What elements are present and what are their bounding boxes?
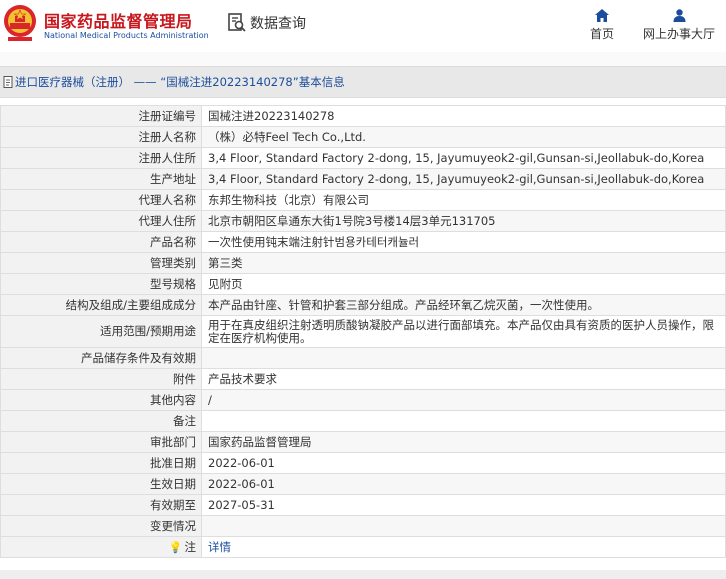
- field-value-valid-until: 2027-05-31: [201, 494, 726, 516]
- table-row: 变更情况: [0, 515, 726, 537]
- field-value-registrant-name: （株）必特Feel Tech Co.,Ltd.: [201, 126, 726, 148]
- field-label-change-status: 变更情况: [0, 515, 202, 537]
- field-value-product-name: 一次性使用钝末端注射针범용카테터캐뉼러: [201, 231, 726, 253]
- field-value-approval-department: 国家药品监督管理局: [201, 431, 726, 453]
- field-label-remarks: 备注: [0, 410, 202, 432]
- field-label-agent-name: 代理人名称: [0, 189, 202, 211]
- user-icon: [673, 9, 685, 22]
- field-label-valid-until: 有效期至: [0, 494, 202, 516]
- table-row: 生产地址 3,4 Floor, Standard Factory 2-dong,…: [0, 168, 726, 190]
- table-row: 产品名称 一次性使用钝末端注射针범용카테터캐뉼러: [0, 231, 726, 253]
- nav-online-service-hall[interactable]: 网上办事大厅: [643, 9, 715, 42]
- field-value-remarks: [201, 410, 726, 432]
- site-name-english: National Medical Products Administration: [44, 31, 209, 40]
- field-value-registrant-address: 3,4 Floor, Standard Factory 2-dong, 15, …: [201, 147, 726, 169]
- field-value-note: 详情: [201, 536, 726, 558]
- document-icon: [3, 76, 13, 88]
- field-label-production-address: 生产地址: [0, 168, 202, 190]
- table-row: 审批部门 国家药品监督管理局: [0, 431, 726, 453]
- table-row: 注册证编号 国械注进20223140278: [0, 105, 726, 127]
- field-value-approval-date: 2022-06-01: [201, 452, 726, 474]
- nav-home-label: 首页: [590, 27, 615, 41]
- table-row: 产品储存条件及有效期: [0, 347, 726, 369]
- field-value-effective-date: 2022-06-01: [201, 473, 726, 495]
- field-label-other-content: 其他内容: [0, 389, 202, 411]
- field-label-storage-validity: 产品储存条件及有效期: [0, 347, 202, 369]
- national-emblem-logo[interactable]: [2, 3, 38, 43]
- field-label-agent-address: 代理人住所: [0, 210, 202, 232]
- site-name[interactable]: 国家药品监督管理局: [44, 8, 193, 32]
- field-label-product-name: 产品名称: [0, 231, 202, 253]
- field-label-attachment: 附件: [0, 368, 202, 390]
- table-row: 附件 产品技术要求: [0, 368, 726, 390]
- field-value-other-content: /: [201, 389, 726, 411]
- field-value-structure-composition: 本产品由针座、针管和护套三部分组成。产品经环氧乙烷灭菌，一次性使用。: [201, 294, 726, 316]
- field-label-management-category: 管理类别: [0, 252, 202, 274]
- table-row: 批准日期 2022-06-01: [0, 452, 726, 474]
- page-bottom-band: [0, 570, 726, 579]
- field-value-management-category: 第三类: [201, 252, 726, 274]
- table-row: 其他内容 /: [0, 389, 726, 411]
- field-value-registration-number: 国械注进20223140278: [201, 105, 726, 127]
- field-label-effective-date: 生效日期: [0, 473, 202, 495]
- header-separator: [0, 52, 726, 66]
- field-value-change-status: [201, 515, 726, 537]
- table-row: 结构及组成/主要组成成分 本产品由针座、针管和护套三部分组成。产品经环氧乙烷灭菌…: [0, 294, 726, 316]
- field-label-structure-composition: 结构及组成/主要组成成分: [0, 294, 202, 316]
- page-title: 进口医疗器械（注册） —— “国械注进20223140278”基本信息: [15, 75, 345, 89]
- field-label-model-spec: 型号规格: [0, 273, 202, 295]
- field-value-intended-use: 用于在真皮组织注射透明质酸钠凝胶产品以进行面部填充。本产品仅由具有资质的医护人员…: [201, 315, 726, 348]
- note-label: 注: [184, 539, 197, 554]
- field-value-agent-name: 东邦生物科技（北京）有限公司: [201, 189, 726, 211]
- breadcrumb-title-bar: 进口医疗器械（注册） —— “国械注进20223140278”基本信息: [0, 66, 726, 98]
- table-row: 注册人住所 3,4 Floor, Standard Factory 2-dong…: [0, 147, 726, 169]
- nav-home[interactable]: 首页: [590, 9, 614, 42]
- data-query-label: 数据查询: [250, 16, 306, 32]
- table-row: 管理类别 第三类: [0, 252, 726, 274]
- field-label-note: 💡 注: [0, 536, 202, 558]
- table-row: 适用范围/预期用途 用于在真皮组织注射透明质酸钠凝胶产品以进行面部填充。本产品仅…: [0, 315, 726, 348]
- nav-online-service-hall-label: 网上办事大厅: [643, 27, 716, 41]
- data-query-link[interactable]: 数据查询: [228, 13, 306, 33]
- table-row: 备注: [0, 410, 726, 432]
- field-value-attachment: 产品技术要求: [201, 368, 726, 390]
- registration-info-table: 注册证编号 国械注进20223140278 注册人名称 （株）必特Feel Te…: [0, 105, 726, 558]
- table-row: 注册人名称 （株）必特Feel Tech Co.,Ltd.: [0, 126, 726, 148]
- table-row: 代理人住所 北京市朝阳区阜通东大街1号院3号楼14层3单元131705: [0, 210, 726, 232]
- field-label-registrant-name: 注册人名称: [0, 126, 202, 148]
- lightbulb-icon: 💡: [168, 540, 183, 554]
- field-value-model-spec: 见附页: [201, 273, 726, 295]
- site-header: 国家药品监督管理局 National Medical Products Admi…: [0, 0, 726, 52]
- table-row: 型号规格 见附页: [0, 273, 726, 295]
- home-icon: [595, 9, 609, 22]
- field-label-approval-date: 批准日期: [0, 452, 202, 474]
- field-label-approval-department: 审批部门: [0, 431, 202, 453]
- field-value-production-address: 3,4 Floor, Standard Factory 2-dong, 15, …: [201, 168, 726, 190]
- table-row: 💡 注 详情: [0, 536, 726, 558]
- details-link[interactable]: 详情: [208, 540, 231, 554]
- field-label-registrant-address: 注册人住所: [0, 147, 202, 169]
- field-label-intended-use: 适用范围/预期用途: [0, 315, 202, 348]
- field-label-registration-number: 注册证编号: [0, 105, 202, 127]
- field-value-storage-validity: [201, 347, 726, 369]
- table-row: 有效期至 2027-05-31: [0, 494, 726, 516]
- search-document-icon: [228, 13, 246, 32]
- table-row: 代理人名称 东邦生物科技（北京）有限公司: [0, 189, 726, 211]
- field-value-agent-address: 北京市朝阳区阜通东大街1号院3号楼14层3单元131705: [201, 210, 726, 232]
- table-row: 生效日期 2022-06-01: [0, 473, 726, 495]
